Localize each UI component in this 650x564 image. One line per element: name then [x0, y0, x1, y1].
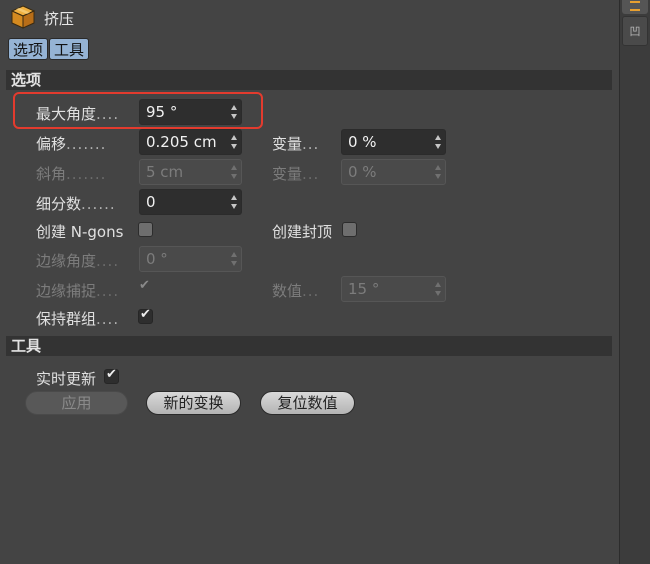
section-header-tools: 工具 — [6, 336, 612, 356]
spinner-arrows-icon[interactable] — [231, 135, 238, 149]
realtime-update-label: 实时更新 — [36, 370, 97, 388]
bevel-variation-label: 变量... — [272, 165, 320, 183]
edge-snap-checkbox — [138, 278, 153, 296]
tab-tools[interactable]: 工具 — [49, 38, 90, 60]
side-tab-attributes[interactable] — [622, 0, 648, 14]
spinner-arrows-icon — [435, 165, 442, 179]
offset-field[interactable]: 0.205 cm — [139, 129, 242, 155]
spinner-arrows-icon — [231, 165, 238, 179]
side-tab-layers[interactable]: 凹 — [622, 16, 648, 46]
preserve-groups-label: 保持群组.... — [36, 310, 120, 328]
reset-values-button[interactable]: 复位数值 — [260, 391, 355, 415]
offset-variation-field[interactable]: 0 % — [341, 129, 446, 155]
edge-snap-label: 边缘捕捉.... — [36, 282, 120, 300]
apply-button[interactable]: 应用 — [25, 391, 128, 415]
spinner-arrows-icon[interactable] — [435, 135, 442, 149]
subdivision-label: 细分数...... — [36, 195, 116, 213]
create-caps-label: 创建封顶 — [272, 223, 333, 241]
spinner-arrows-icon — [231, 252, 238, 266]
offset-label: 偏移....... — [36, 135, 107, 153]
highlight-annotation-box — [13, 92, 263, 129]
value-label: 数值... — [272, 282, 320, 300]
create-ngons-label: 创建 N-gons — [36, 223, 124, 241]
create-caps-checkbox[interactable] — [342, 222, 357, 237]
section-header-options: 选项 — [6, 70, 612, 90]
side-panel-strip — [619, 0, 650, 564]
bevel-label: 斜角....... — [36, 165, 107, 183]
bevel-field: 5 cm — [139, 159, 242, 185]
create-ngons-checkbox[interactable] — [138, 222, 153, 237]
extrude-cube-icon — [10, 5, 36, 29]
realtime-update-checkbox[interactable] — [104, 367, 119, 384]
offset-variation-label: 变量... — [272, 135, 320, 153]
bevel-variation-field: 0 % — [341, 159, 446, 185]
value-field: 15 ° — [341, 276, 446, 302]
new-transform-button[interactable]: 新的变换 — [146, 391, 241, 415]
edge-angle-field: 0 ° — [139, 246, 242, 272]
edge-angle-label: 边缘角度.... — [36, 252, 120, 270]
preserve-groups-checkbox[interactable] — [138, 307, 153, 324]
spinner-arrows-icon[interactable] — [231, 195, 238, 209]
panel-title: 挤压 — [44, 10, 75, 28]
spinner-arrows-icon — [435, 282, 442, 296]
subdivision-field[interactable]: 0 — [139, 189, 242, 215]
tab-options[interactable]: 选项 — [8, 38, 49, 60]
